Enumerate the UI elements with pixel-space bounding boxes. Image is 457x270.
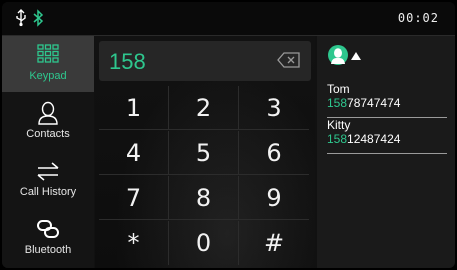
contact-phone: 15812487424 bbox=[327, 132, 447, 146]
clock: 00:02 bbox=[397, 11, 439, 25]
phone-match: 158 bbox=[327, 132, 348, 146]
key-6[interactable]: 6 bbox=[239, 131, 309, 175]
dialed-number: 158 bbox=[109, 49, 146, 74]
sidebar-item-label: Bluetooth bbox=[24, 244, 72, 256]
sidebar-item-contacts[interactable]: Contacts bbox=[2, 94, 94, 150]
contacts-icon bbox=[38, 101, 58, 125]
backspace-icon[interactable] bbox=[277, 52, 301, 68]
contact-avatar-icon bbox=[328, 45, 348, 65]
sidebar-item-label: Call History bbox=[19, 186, 77, 198]
usb-icon bbox=[16, 9, 26, 27]
call-history-icon bbox=[37, 162, 59, 181]
dial-keypad: 1 2 3 4 5 6 7 8 9 * 0 # bbox=[99, 86, 311, 266]
key-star[interactable]: * bbox=[99, 221, 169, 265]
phone-match: 158 bbox=[327, 96, 348, 110]
contact-matches-panel: Tom 15878747474 Kitty 15812487424 bbox=[317, 36, 455, 268]
number-display[interactable]: 158 bbox=[99, 41, 311, 81]
status-bar: 00:02 bbox=[2, 2, 455, 36]
sidebar: Keypad Contacts Call History Bluetooth bbox=[2, 36, 94, 268]
key-1[interactable]: 1 bbox=[99, 86, 169, 130]
link-icon bbox=[37, 220, 59, 238]
contact-phone: 15878747474 bbox=[327, 96, 447, 110]
key-4[interactable]: 4 bbox=[99, 131, 169, 175]
key-2[interactable]: 2 bbox=[169, 86, 239, 130]
key-7[interactable]: 7 bbox=[99, 176, 169, 220]
app-frame: 00:02 Keypad Contacts Call History Bluet… bbox=[2, 2, 455, 268]
contact-result-tom[interactable]: Tom 15878747474 bbox=[327, 82, 447, 118]
key-9[interactable]: 9 bbox=[239, 176, 309, 220]
caret-up-icon bbox=[351, 52, 361, 60]
sidebar-item-keypad[interactable]: Keypad bbox=[2, 36, 94, 92]
phone-rest: 12487424 bbox=[347, 132, 401, 146]
sidebar-item-bluetooth[interactable]: Bluetooth bbox=[2, 210, 94, 266]
sidebar-item-call-history[interactable]: Call History bbox=[2, 152, 94, 208]
contact-result-kitty[interactable]: Kitty 15812487424 bbox=[327, 118, 447, 154]
bluetooth-icon bbox=[33, 9, 44, 27]
contact-name: Tom bbox=[327, 82, 350, 96]
contacts-toggle[interactable] bbox=[327, 42, 387, 70]
keypad-icon bbox=[37, 44, 59, 63]
key-3[interactable]: 3 bbox=[239, 86, 309, 130]
key-8[interactable]: 8 bbox=[169, 176, 239, 220]
key-hash[interactable]: # bbox=[239, 221, 309, 265]
phone-rest: 78747474 bbox=[347, 96, 401, 110]
sidebar-item-label: Keypad bbox=[29, 70, 67, 82]
sidebar-item-label: Contacts bbox=[26, 128, 70, 140]
key-5[interactable]: 5 bbox=[169, 131, 239, 175]
contact-name: Kitty bbox=[327, 118, 351, 132]
keypad-area: 158 1 2 3 4 5 6 7 8 9 * 0 # bbox=[95, 36, 315, 268]
key-0[interactable]: 0 bbox=[169, 221, 239, 265]
